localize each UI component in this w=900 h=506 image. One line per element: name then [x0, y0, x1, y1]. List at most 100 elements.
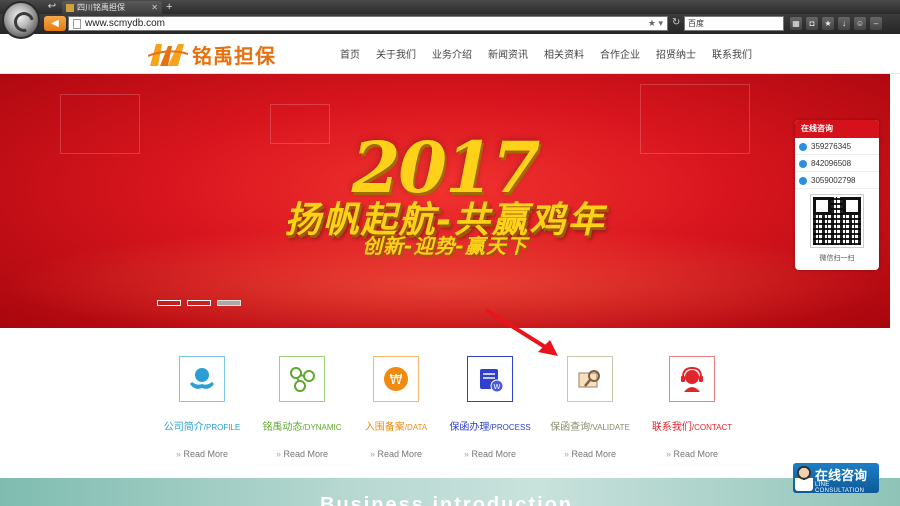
service-label-cn: 联系我们 — [651, 422, 692, 433]
toolbar-lock-icon[interactable]: ◘ — [806, 17, 818, 30]
qq-contact[interactable]: 359276345 — [795, 139, 879, 155]
qq-icon — [799, 159, 807, 168]
address-bar[interactable]: www.scmydb.com ★ ▾ — [68, 16, 668, 31]
logo-text: 铭禹担保 — [192, 44, 276, 68]
qq-number: 842096508 — [811, 159, 852, 168]
reload-icon[interactable]: ↻ — [672, 17, 680, 28]
qq-number: 359276345 — [811, 142, 852, 151]
svg-text:W: W — [494, 383, 501, 391]
new-tab-button[interactable]: + — [166, 1, 172, 13]
browser-logo-icon[interactable] — [2, 1, 40, 39]
read-more-link[interactable]: Read More — [642, 449, 742, 459]
toolbar-minimize-icon[interactable]: – — [870, 17, 882, 30]
logo-mark-icon — [148, 43, 188, 66]
slider-dot-active[interactable] — [217, 300, 241, 306]
service-label-cn: 公司简介 — [163, 422, 204, 433]
nav-item-contact[interactable]: 联系我们 — [704, 46, 760, 61]
nav-item-home[interactable]: 首页 — [332, 46, 368, 61]
tab-close-icon[interactable]: ✕ — [151, 3, 158, 12]
read-more-link[interactable]: Read More — [540, 449, 640, 459]
toolbar-favorites-icon[interactable]: ★ — [822, 17, 834, 30]
service-icon-box[interactable] — [179, 356, 225, 402]
svg-text:₩: ₩ — [390, 373, 403, 388]
red-arrow-icon — [484, 308, 558, 356]
read-more-link[interactable]: Read More — [440, 449, 540, 459]
service-label[interactable]: 铭禹动态/DYNAMIC — [252, 418, 352, 433]
consult-title: 在线咨询 — [795, 120, 879, 138]
service-label-cn: 保函办理 — [449, 422, 490, 433]
service-dynamic[interactable]: 铭禹动态/DYNAMIC Read More — [252, 356, 352, 459]
hands-globe-icon — [190, 368, 214, 389]
nav-item-careers[interactable]: 招贤纳士 — [648, 46, 704, 61]
read-more-link[interactable]: Read More — [252, 449, 352, 459]
service-icon-box[interactable] — [279, 356, 325, 402]
document-icon: W — [480, 369, 504, 393]
service-label[interactable]: 联系我们/CONTACT — [642, 418, 742, 433]
service-label-en: /DATA — [404, 423, 428, 432]
service-data[interactable]: ₩ 入围备案/DATA Read More — [346, 356, 446, 459]
toolbar-icons: ▦ ◘ ★ ↓ ☺ – — [790, 17, 882, 30]
service-label-en: /DYNAMIC — [302, 423, 342, 432]
tab-arrow-icon[interactable]: ↩ — [44, 1, 60, 13]
service-icon-box[interactable] — [669, 356, 715, 402]
read-more-link[interactable]: Read More — [346, 449, 446, 459]
service-contact[interactable]: 联系我们/CONTACT Read More — [642, 356, 742, 459]
headset-icon — [681, 366, 703, 392]
service-label-en: /PROFILE — [203, 423, 241, 432]
banner-subline: 创新-迎势-赢天下 — [362, 234, 528, 258]
service-label[interactable]: 公司简介/PROFILE — [152, 418, 252, 433]
magnifier-icon — [578, 370, 600, 388]
network-icon — [290, 367, 315, 392]
service-profile[interactable]: 公司简介/PROFILE Read More — [152, 356, 252, 459]
slider-dot[interactable] — [187, 300, 211, 306]
url-text: www.scmydb.com — [85, 18, 166, 29]
qq-icon — [799, 176, 807, 185]
service-process[interactable]: W 保函办理/PROCESS Read More — [440, 356, 540, 459]
online-consult-badge[interactable]: 在线咨询 LINE CONSULTATION — [793, 463, 879, 494]
service-label-en: /CONTACT — [691, 423, 733, 432]
toolbar-menu-icon[interactable]: ▦ — [790, 17, 802, 30]
agent-avatar-icon — [795, 465, 813, 491]
service-label-cn: 保函查询 — [550, 422, 591, 433]
page-icon — [73, 18, 81, 29]
nav-item-about[interactable]: 关于我们 — [368, 46, 424, 61]
slider-dot[interactable] — [157, 300, 181, 306]
service-icon-box[interactable]: W — [467, 356, 513, 402]
browser-tab[interactable]: 四川铭禹担保 ✕ — [62, 1, 162, 14]
slider-dots — [157, 300, 241, 306]
service-icon-box[interactable] — [567, 356, 613, 402]
nav-item-partners[interactable]: 合作企业 — [592, 46, 648, 61]
service-label[interactable]: 保函办理/PROCESS — [440, 418, 540, 433]
hero-banner[interactable]: 2017 扬帆起航-共赢鸡年 创新-迎势-赢天下 — [0, 74, 890, 328]
tab-title: 四川铭禹担保 — [77, 3, 125, 12]
back-button[interactable]: ◀ — [44, 16, 66, 31]
service-label[interactable]: 入围备案/DATA — [346, 418, 446, 433]
toolbar-user-icon[interactable]: ☺ — [854, 17, 866, 30]
qq-contact[interactable]: 842096508 — [795, 156, 879, 172]
service-label-cn: 入围备案 — [364, 422, 405, 433]
site-logo[interactable]: 铭禹担保 — [148, 40, 276, 69]
search-input[interactable]: 百度 — [684, 16, 784, 31]
nav-item-news[interactable]: 新闻资讯 — [480, 46, 536, 61]
service-label-cn: 铭禹动态 — [262, 422, 303, 433]
qr-note: 微信扫一扫 — [819, 255, 855, 262]
read-more-link[interactable]: Read More — [152, 449, 252, 459]
business-intro-title: Business introduction — [320, 494, 574, 506]
main-nav: 首页 关于我们 业务介绍 新闻资讯 相关资料 合作企业 招贤纳士 联系我们 — [332, 46, 760, 61]
qq-contact[interactable]: 3059002798 — [795, 173, 879, 189]
service-validate[interactable]: 保函查询/VALIDATE Read More — [540, 356, 640, 459]
nav-item-business[interactable]: 业务介绍 — [424, 46, 480, 61]
service-icon-box[interactable]: ₩ — [373, 356, 419, 402]
service-label-en: /PROCESS — [489, 423, 531, 432]
service-label[interactable]: 保函查询/VALIDATE — [540, 418, 640, 433]
online-consult-panel: 在线咨询 359276345 842096508 3059002798 微信扫一… — [795, 120, 879, 270]
toolbar-download-icon[interactable]: ↓ — [838, 17, 850, 30]
qq-icon — [799, 142, 807, 151]
business-intro-band: Business introduction — [0, 478, 900, 506]
nav-item-materials[interactable]: 相关资料 — [536, 46, 592, 61]
coin-icon: ₩ — [384, 367, 408, 391]
bookmark-star-icon[interactable]: ★ ▾ — [648, 17, 663, 30]
service-label-en: /VALIDATE — [590, 423, 630, 432]
favicon-icon — [66, 3, 74, 12]
qq-number: 3059002798 — [811, 176, 856, 185]
